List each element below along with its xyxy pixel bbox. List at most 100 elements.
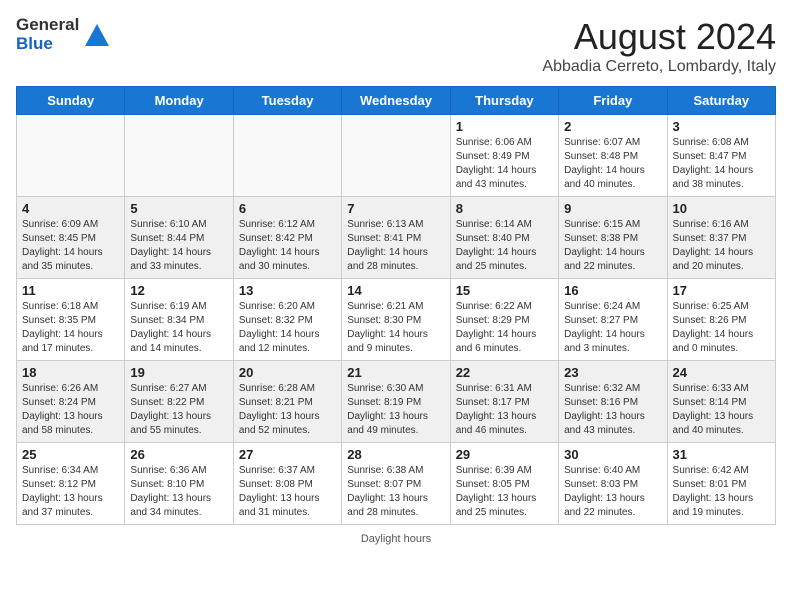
- day-header-tuesday: Tuesday: [233, 87, 341, 115]
- date-number: 15: [456, 283, 553, 298]
- cell-info: Sunrise: 6:27 AM Sunset: 8:22 PM Dayligh…: [130, 382, 227, 438]
- day-header-saturday: Saturday: [667, 87, 775, 115]
- cell-info: Sunrise: 6:10 AM Sunset: 8:44 PM Dayligh…: [130, 218, 227, 274]
- logo-general: General: [16, 16, 79, 35]
- calendar-cell: [342, 115, 450, 197]
- date-number: 11: [22, 283, 119, 298]
- week-row-2: 4Sunrise: 6:09 AM Sunset: 8:45 PM Daylig…: [17, 197, 776, 279]
- calendar-cell: 5Sunrise: 6:10 AM Sunset: 8:44 PM Daylig…: [125, 197, 233, 279]
- date-number: 30: [564, 447, 661, 462]
- date-number: 29: [456, 447, 553, 462]
- calendar-cell: 11Sunrise: 6:18 AM Sunset: 8:35 PM Dayli…: [17, 279, 125, 361]
- calendar-cell: 27 Sunrise: 6:37 AM Sunset: 8:08 PM Dayli…: [233, 443, 341, 525]
- footer-note: Daylight hours: [16, 533, 776, 545]
- logo-text: General Blue: [16, 16, 79, 53]
- cell-info: Sunrise: 6:42 AM Sunset: 8:01 PM Dayligh…: [673, 464, 770, 520]
- week-row-1: 1 Sunrise: 6:06 AM Sunset: 8:49 PM Daylig…: [17, 115, 776, 197]
- calendar-cell: 2 Sunrise: 6:07 AM Sunset: 8:48 PM Daylig…: [559, 115, 667, 197]
- date-number: 9: [564, 201, 661, 216]
- cell-info: Sunrise: 6:37 AM Sunset: 8:08 PM Dayligh…: [239, 464, 336, 520]
- date-number: 25: [22, 447, 119, 462]
- cell-info: Sunrise: 6:19 AM Sunset: 8:34 PM Dayligh…: [130, 300, 227, 356]
- calendar-cell: 25 Sunrise: 6:34 AM Sunset: 8:12 PM Dayli…: [17, 443, 125, 525]
- week-row-5: 25 Sunrise: 6:34 AM Sunset: 8:12 PM Dayli…: [17, 443, 776, 525]
- date-number: 17: [673, 283, 770, 298]
- calendar-cell: 16 Sunrise: 6:24 AM Sunset: 8:27 PM Dayli…: [559, 279, 667, 361]
- date-number: 12: [130, 283, 227, 298]
- calendar-cell: 30 Sunrise: 6:40 AM Sunset: 8:03 PM Dayli…: [559, 443, 667, 525]
- date-number: 16: [564, 283, 661, 298]
- cell-info: Sunrise: 6:22 AM Sunset: 8:29 PM Dayligh…: [456, 300, 553, 356]
- days-header: SundayMondayTuesdayWednesdayThursdayFrid…: [17, 87, 776, 115]
- calendar-cell: [233, 115, 341, 197]
- date-number: 14: [347, 283, 444, 298]
- calendar-cell: 31 Sunrise: 6:42 AM Sunset: 8:01 PM Dayli…: [667, 443, 775, 525]
- cell-info: Sunrise: 6:15 AM Sunset: 8:38 PM Dayligh…: [564, 218, 661, 274]
- date-number: 28: [347, 447, 444, 462]
- cell-info: Sunrise: 6:25 AM Sunset: 8:26 PM Dayligh…: [673, 300, 770, 356]
- calendar-cell: 13 Sunrise: 6:20 AM Sunset: 8:32 PM Dayli…: [233, 279, 341, 361]
- calendar-cell: 15 Sunrise: 6:22 AM Sunset: 8:29 PM Dayli…: [450, 279, 558, 361]
- cell-info: Sunrise: 6:39 AM Sunset: 8:05 PM Dayligh…: [456, 464, 553, 520]
- date-number: 6: [239, 201, 336, 216]
- day-header-monday: Monday: [125, 87, 233, 115]
- cell-info: Sunrise: 6:40 AM Sunset: 8:03 PM Dayligh…: [564, 464, 661, 520]
- cell-info: Sunrise: 6:13 AM Sunset: 8:41 PM Dayligh…: [347, 218, 444, 274]
- calendar-cell: 26 Sunrise: 6:36 AM Sunset: 8:10 PM Dayli…: [125, 443, 233, 525]
- calendar-cell: 29 Sunrise: 6:39 AM Sunset: 8:05 PM Dayli…: [450, 443, 558, 525]
- calendar-cell: [125, 115, 233, 197]
- cell-info: Sunrise: 6:38 AM Sunset: 8:07 PM Dayligh…: [347, 464, 444, 520]
- cell-info: Sunrise: 6:06 AM Sunset: 8:49 PM Dayligh…: [456, 136, 553, 192]
- week-row-4: 18 Sunrise: 6:26 AM Sunset: 8:24 PM Dayli…: [17, 361, 776, 443]
- date-number: 21: [347, 365, 444, 380]
- cell-info: Sunrise: 6:24 AM Sunset: 8:27 PM Dayligh…: [564, 300, 661, 356]
- cell-info: Sunrise: 6:31 AM Sunset: 8:17 PM Dayligh…: [456, 382, 553, 438]
- location-title: Abbadia Cerreto, Lombardy, Italy: [542, 58, 776, 76]
- cell-info: Sunrise: 6:28 AM Sunset: 8:21 PM Dayligh…: [239, 382, 336, 438]
- date-number: 23: [564, 365, 661, 380]
- calendar-cell: 4Sunrise: 6:09 AM Sunset: 8:45 PM Daylig…: [17, 197, 125, 279]
- cell-info: Sunrise: 6:16 AM Sunset: 8:37 PM Dayligh…: [673, 218, 770, 274]
- date-number: 13: [239, 283, 336, 298]
- calendar-cell: 10 Sunrise: 6:16 AM Sunset: 8:37 PM Dayli…: [667, 197, 775, 279]
- cell-info: Sunrise: 6:20 AM Sunset: 8:32 PM Dayligh…: [239, 300, 336, 356]
- cell-info: Sunrise: 6:34 AM Sunset: 8:12 PM Dayligh…: [22, 464, 119, 520]
- cell-info: Sunrise: 6:32 AM Sunset: 8:16 PM Dayligh…: [564, 382, 661, 438]
- cell-info: Sunrise: 6:08 AM Sunset: 8:47 PM Dayligh…: [673, 136, 770, 192]
- date-number: 31: [673, 447, 770, 462]
- date-number: 2: [564, 119, 661, 134]
- calendar-cell: 18 Sunrise: 6:26 AM Sunset: 8:24 PM Dayli…: [17, 361, 125, 443]
- calendar-cell: 24Sunrise: 6:33 AM Sunset: 8:14 PM Dayli…: [667, 361, 775, 443]
- cell-info: Sunrise: 6:09 AM Sunset: 8:45 PM Dayligh…: [22, 218, 119, 274]
- cell-info: Sunrise: 6:33 AM Sunset: 8:14 PM Dayligh…: [673, 382, 770, 438]
- cell-info: Sunrise: 6:21 AM Sunset: 8:30 PM Dayligh…: [347, 300, 444, 356]
- calendar-cell: 7 Sunrise: 6:13 AM Sunset: 8:41 PM Daylig…: [342, 197, 450, 279]
- calendar-cell: 23 Sunrise: 6:32 AM Sunset: 8:16 PM Dayli…: [559, 361, 667, 443]
- cell-info: Sunrise: 6:30 AM Sunset: 8:19 PM Dayligh…: [347, 382, 444, 438]
- calendar-table: SundayMondayTuesdayWednesdayThursdayFrid…: [16, 86, 776, 525]
- calendar-cell: 19Sunrise: 6:27 AM Sunset: 8:22 PM Dayli…: [125, 361, 233, 443]
- calendar-cell: [17, 115, 125, 197]
- date-number: 7: [347, 201, 444, 216]
- calendar-cell: 8Sunrise: 6:14 AM Sunset: 8:40 PM Daylig…: [450, 197, 558, 279]
- date-number: 10: [673, 201, 770, 216]
- date-number: 26: [130, 447, 227, 462]
- week-row-3: 11Sunrise: 6:18 AM Sunset: 8:35 PM Dayli…: [17, 279, 776, 361]
- calendar-cell: 17 Sunrise: 6:25 AM Sunset: 8:26 PM Dayli…: [667, 279, 775, 361]
- logo-blue: Blue: [16, 35, 79, 54]
- date-number: 8: [456, 201, 553, 216]
- date-number: 1: [456, 119, 553, 134]
- date-number: 27: [239, 447, 336, 462]
- cell-info: Sunrise: 6:36 AM Sunset: 8:10 PM Dayligh…: [130, 464, 227, 520]
- calendar-cell: 9 Sunrise: 6:15 AM Sunset: 8:38 PM Daylig…: [559, 197, 667, 279]
- calendar-cell: 21 Sunrise: 6:30 AM Sunset: 8:19 PM Dayli…: [342, 361, 450, 443]
- cell-info: Sunrise: 6:26 AM Sunset: 8:24 PM Dayligh…: [22, 382, 119, 438]
- date-number: 3: [673, 119, 770, 134]
- date-number: 18: [22, 365, 119, 380]
- calendar-cell: 22Sunrise: 6:31 AM Sunset: 8:17 PM Dayli…: [450, 361, 558, 443]
- cell-info: Sunrise: 6:07 AM Sunset: 8:48 PM Dayligh…: [564, 136, 661, 192]
- calendar-cell: 6Sunrise: 6:12 AM Sunset: 8:42 PM Daylig…: [233, 197, 341, 279]
- date-number: 20: [239, 365, 336, 380]
- title-block: August 2024 Abbadia Cerreto, Lombardy, I…: [542, 16, 776, 76]
- day-header-wednesday: Wednesday: [342, 87, 450, 115]
